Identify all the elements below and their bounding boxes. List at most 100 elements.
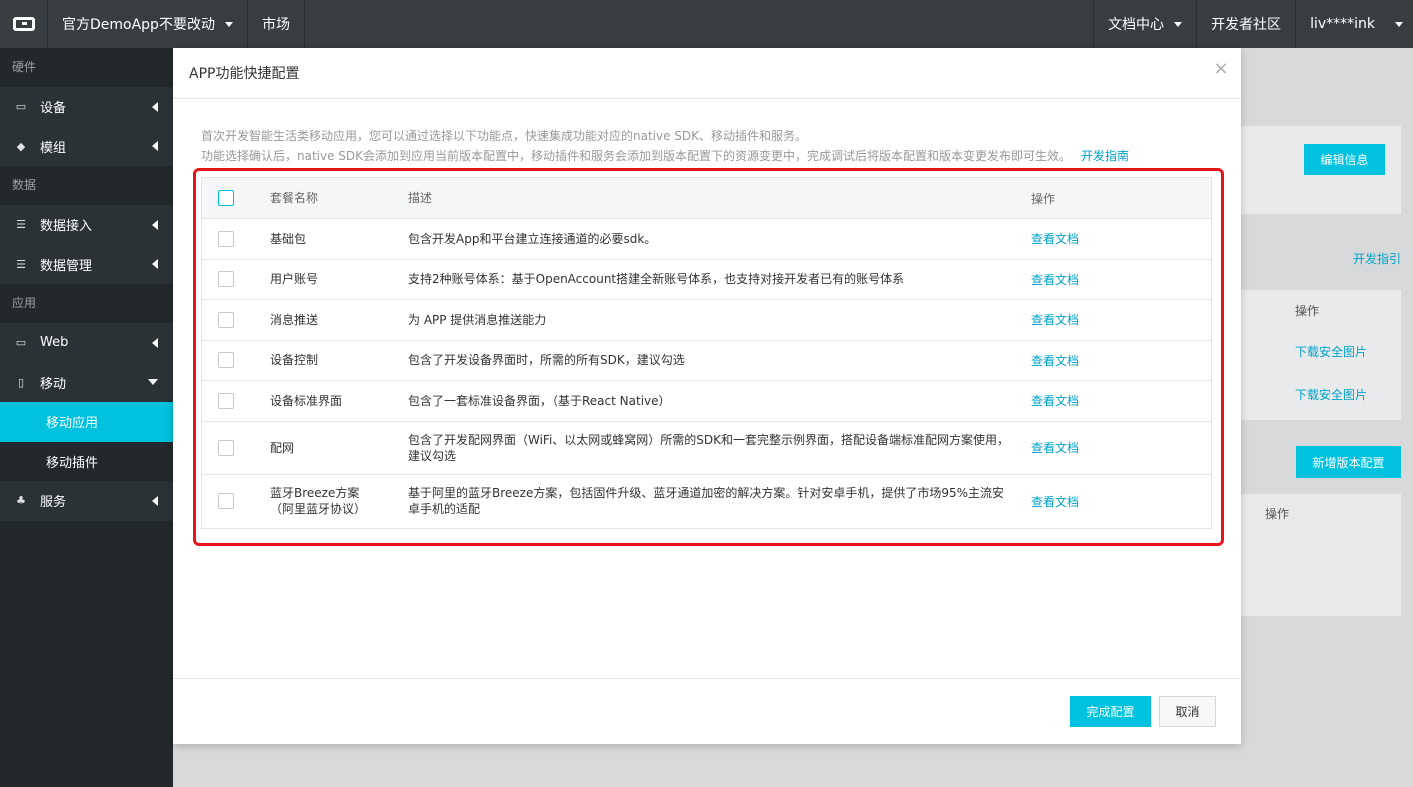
monitor-icon: ▭ <box>15 336 27 350</box>
intro-line-1: 首次开发智能生活类移动应用，您可以通过选择以下功能点，快速集成功能对应的nati… <box>201 129 808 143</box>
download-image-link[interactable]: 下载安全图片 <box>1295 386 1367 403</box>
user-name: liv****ink <box>1310 16 1375 32</box>
new-version-button[interactable]: 新增版本配置 <box>1296 446 1401 478</box>
chevron-left-icon <box>152 259 158 270</box>
row-desc: 支持2种账号体系：基于OpenAccount搭建全新账号体系，也支持对接开发者已… <box>408 272 905 287</box>
row-name: 基础包 <box>270 231 307 246</box>
user-menu[interactable]: liv****ink <box>1295 0 1413 48</box>
cancel-button[interactable]: 取消 <box>1159 696 1216 727</box>
view-doc-link[interactable]: 查看文档 <box>1031 392 1211 409</box>
view-doc-link[interactable]: 查看文档 <box>1031 311 1211 328</box>
sidebar-item-data-manage[interactable]: ☰ 数据管理 <box>0 244 173 284</box>
row-desc: 为 APP 提供消息推送能力 <box>408 312 547 327</box>
sidebar-item-label: 数据管理 <box>40 258 93 274</box>
view-doc-link[interactable]: 查看文档 <box>1031 230 1211 247</box>
header-desc: 描述 <box>408 191 433 205</box>
op-column-header: 操作 <box>1295 304 1320 318</box>
row-checkbox[interactable] <box>218 439 234 456</box>
sidebar-group-hardware: 硬件 <box>12 60 37 74</box>
table-row: 设备标准界面 包含了一套标准设备界面，（基于React Native） 查看文档 <box>202 381 1211 422</box>
row-desc: 包含了一套标准设备界面，（基于React Native） <box>408 393 671 408</box>
view-doc-link[interactable]: 查看文档 <box>1031 493 1211 510</box>
top-navbar: 官方DemoApp不要改动 市场 文档中心 开发者社区 liv****ink <box>0 0 1413 48</box>
table-row: 配网 包含了开发配网界面（WiFi、以太网或蜂窝网）所需的SDK和一套完整示例界… <box>202 422 1211 475</box>
sidebar-item-mobile-app[interactable]: 移动应用 <box>0 402 173 442</box>
docs-center-label: 文档中心 <box>1108 17 1165 33</box>
view-doc-link[interactable]: 查看文档 <box>1031 271 1211 288</box>
sidebar-group-app: 应用 <box>12 296 37 310</box>
modal-intro: 首次开发智能生活类移动应用，您可以通过选择以下功能点，快速集成功能对应的nati… <box>201 126 1201 166</box>
sidebar-group-data: 数据 <box>12 178 37 192</box>
header-op: 操作 <box>1031 191 1056 206</box>
chevron-down-icon <box>1395 21 1403 27</box>
op-column-header: 操作 <box>1265 507 1290 521</box>
list-icon: ☰ <box>16 218 26 232</box>
row-desc: 基于阿里的蓝牙Breeze方案，包括固件升级、蓝牙通道加密的解决方案。针对安卓手… <box>408 486 1005 516</box>
row-checkbox[interactable] <box>218 230 234 247</box>
row-checkbox[interactable] <box>218 392 234 409</box>
list-icon: ☰ <box>16 257 26 271</box>
edit-info-button[interactable]: 编辑信息 <box>1304 144 1385 175</box>
quick-config-modal: APP功能快捷配置 × 首次开发智能生活类移动应用，您可以通过选择以下功能点，快… <box>173 48 1241 744</box>
sidebar-item-label: 移动 <box>40 376 67 392</box>
row-name: 蓝牙Breeze方案（阿里蓝牙协议） <box>270 486 367 516</box>
sidebar-item-device[interactable]: ▭ 设备 <box>0 87 173 127</box>
chevron-down-icon <box>1174 21 1183 27</box>
sidebar-item-label: 数据接入 <box>40 219 93 235</box>
download-image-link[interactable]: 下载安全图片 <box>1295 343 1367 360</box>
cubes-icon: ♣ <box>16 494 26 508</box>
app-selector-label: 官方DemoApp不要改动 <box>62 17 215 33</box>
sidebar-item-web[interactable]: ▭ Web <box>0 323 173 363</box>
header-name: 套餐名称 <box>270 191 319 205</box>
sidebar-item-label: 设备 <box>40 101 67 117</box>
table-row: 设备控制 包含了开发设备界面时，所需的所有SDK，建议勾选 查看文档 <box>202 341 1211 381</box>
row-desc: 包含了开发设备界面时，所需的所有SDK，建议勾选 <box>408 353 685 368</box>
row-name: 配网 <box>270 440 295 455</box>
row-checkbox[interactable] <box>218 493 234 509</box>
sidebar: 硬件 ▭ 设备 ◆ 模组 数据 ☰ 数据接入 ☰ 数据管理 应用 ▭ Web ▯… <box>0 48 173 787</box>
view-doc-link[interactable]: 查看文档 <box>1031 352 1211 369</box>
select-all-checkbox[interactable] <box>218 190 234 206</box>
intro-line-2-text: 功能选择确认后，native SDK会添加到应用当前版本配置中，移动插件和服务会… <box>201 149 1072 163</box>
table-header: 套餐名称 描述 操作 <box>202 178 1211 219</box>
app-selector[interactable]: 官方DemoApp不要改动 <box>48 0 248 48</box>
chevron-left-icon <box>152 337 158 348</box>
row-checkbox[interactable] <box>218 311 234 328</box>
chevron-left-icon <box>152 495 158 506</box>
sidebar-item-module[interactable]: ◆ 模组 <box>0 126 173 166</box>
table-row: 蓝牙Breeze方案（阿里蓝牙协议） 基于阿里的蓝牙Breeze方案，包括固件升… <box>202 475 1211 528</box>
dev-guide-link[interactable]: 开发指引 <box>1353 250 1401 267</box>
sidebar-item-mobile-plugin[interactable]: 移动插件 <box>0 441 173 481</box>
close-icon[interactable]: × <box>1213 60 1229 78</box>
row-name: 设备标准界面 <box>270 393 343 408</box>
view-doc-link[interactable]: 查看文档 <box>1031 439 1211 456</box>
market-link[interactable]: 市场 <box>248 0 305 48</box>
sidebar-item-label: 服务 <box>40 495 67 511</box>
sidebar-item-label: 模组 <box>40 140 67 156</box>
sidebar-item-data-access[interactable]: ☰ 数据接入 <box>0 205 173 245</box>
cube-icon: ◆ <box>16 139 26 153</box>
row-checkbox[interactable] <box>218 352 234 369</box>
table-row: 用户账号 支持2种账号体系：基于OpenAccount搭建全新账号体系，也支持对… <box>202 260 1211 300</box>
sidebar-item-service[interactable]: ♣ 服务 <box>0 481 173 521</box>
complete-config-button[interactable]: 完成配置 <box>1070 696 1151 727</box>
feature-table: 套餐名称 描述 操作 基础包 包含开发App和平台建立连接通道的必要sdk。 查… <box>201 177 1212 529</box>
dev-guide-link[interactable]: 开发指南 <box>1081 149 1129 163</box>
docs-center-menu[interactable]: 文档中心 <box>1093 0 1196 48</box>
sidebar-item-label: Web <box>40 335 69 351</box>
row-checkbox[interactable] <box>218 271 234 288</box>
aliyun-logo-icon[interactable] <box>0 0 48 48</box>
sidebar-item-mobile[interactable]: ▯ 移动 <box>0 362 173 402</box>
chevron-left-icon <box>152 101 158 112</box>
table-row: 基础包 包含开发App和平台建立连接通道的必要sdk。 查看文档 <box>202 219 1211 260</box>
row-desc: 包含了开发配网界面（WiFi、以太网或蜂窝网）所需的SDK和一套完整示例界面，搭… <box>408 432 1010 463</box>
chevron-left-icon <box>152 219 158 230</box>
window-icon: ▭ <box>15 100 27 114</box>
chevron-left-icon <box>152 141 158 152</box>
row-name: 用户账号 <box>270 272 319 287</box>
chevron-down-icon <box>148 379 158 386</box>
table-row: 消息推送 为 APP 提供消息推送能力 查看文档 <box>202 300 1211 341</box>
developer-community-link[interactable]: 开发者社区 <box>1196 0 1295 48</box>
modal-title: APP功能快捷配置 <box>173 48 1241 99</box>
intro-line-2: 功能选择确认后，native SDK会添加到应用当前版本配置中，移动插件和服务会… <box>201 146 1201 166</box>
